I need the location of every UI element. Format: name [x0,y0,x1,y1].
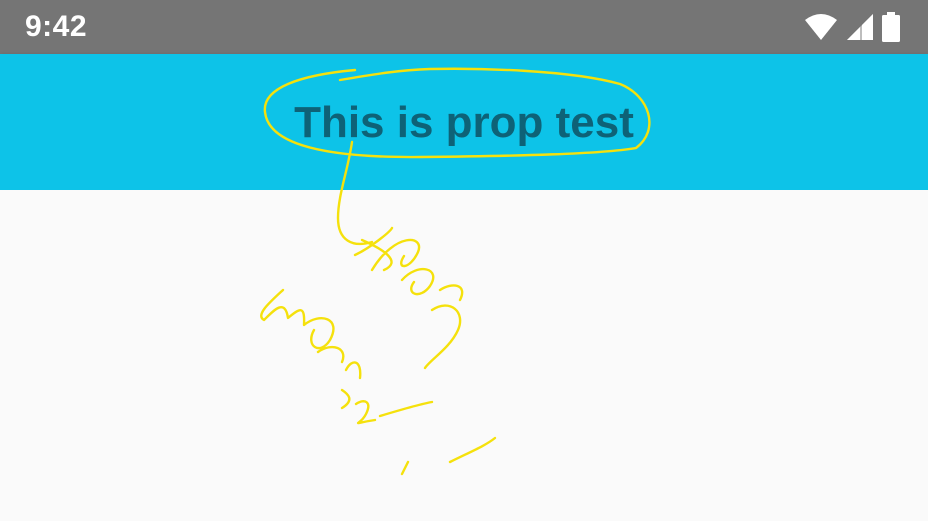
app-screen: 9:42 This is prop test [0,0,928,521]
app-bar: This is prop test [0,54,928,190]
app-title: This is prop test [294,98,634,147]
content-area[interactable] [0,190,928,521]
cell-signal-icon [846,13,874,41]
battery-icon [882,12,900,42]
status-icons [804,12,900,42]
status-time: 9:42 [25,10,88,43]
status-bar: 9:42 [0,0,928,54]
wifi-icon [804,13,838,41]
